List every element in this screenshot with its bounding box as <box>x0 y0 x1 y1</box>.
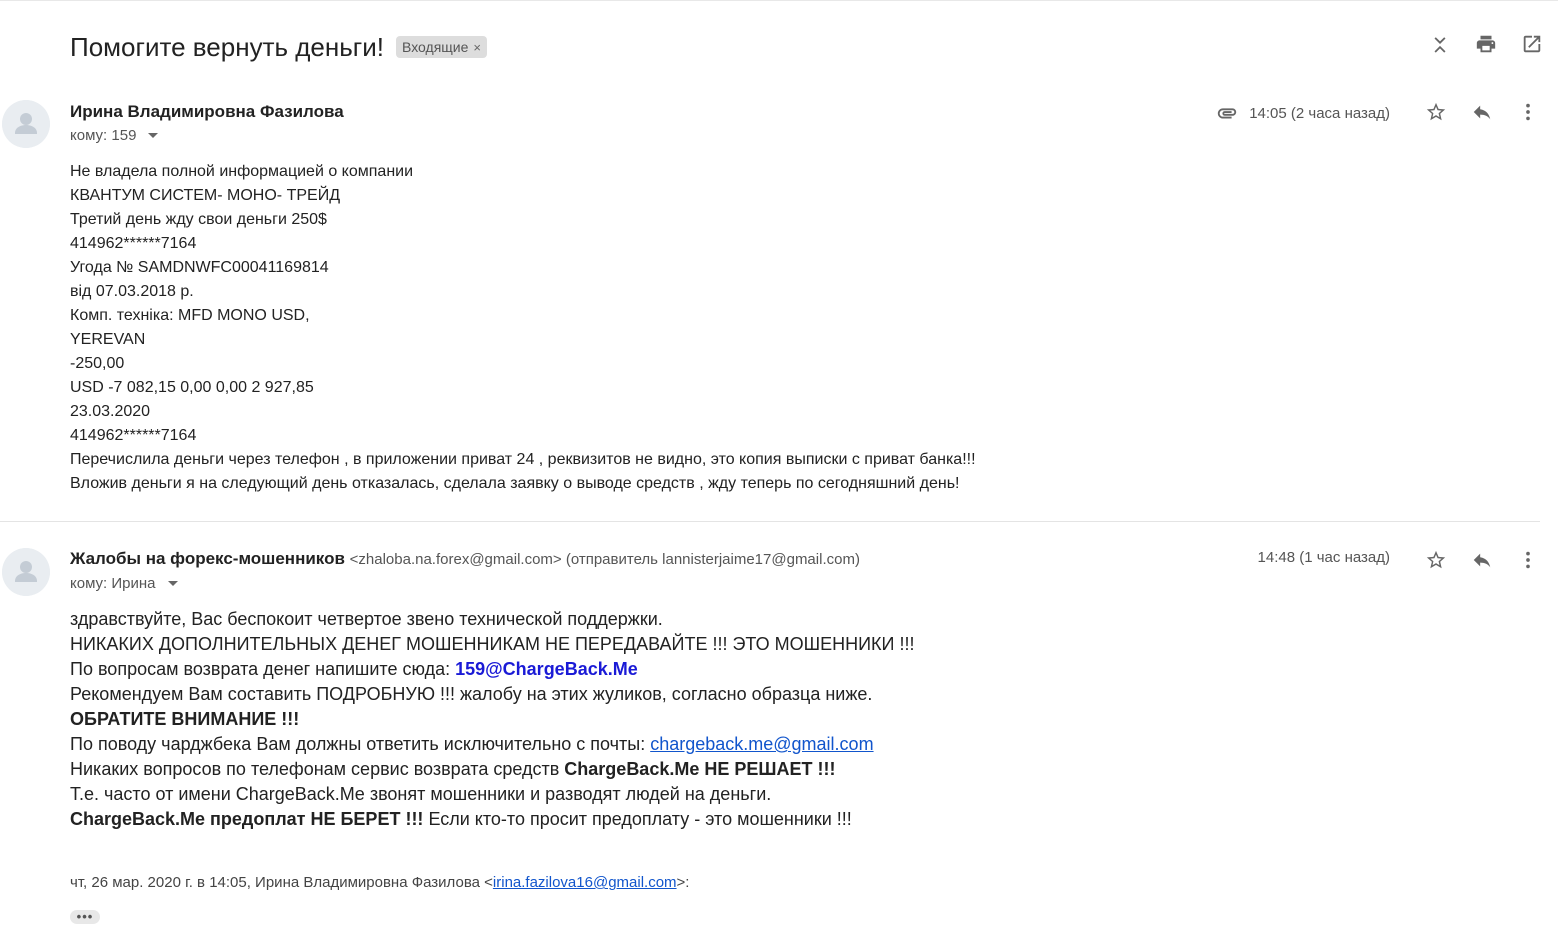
body-bold-text: ChargeBack.Me НЕ РЕШАЕТ !!! <box>564 759 836 779</box>
star-icon[interactable] <box>1424 100 1448 124</box>
recipient-label: кому: Ирина <box>70 575 156 592</box>
chevron-down-icon[interactable] <box>167 581 178 586</box>
message-divider <box>0 521 1540 522</box>
body-line: -250,00 <box>70 355 125 372</box>
avatar <box>2 548 50 596</box>
sender-line[interactable]: Жалобы на форекс-мошенников <zhaloba.na.… <box>70 549 860 569</box>
body-line: Комп. техніка: MFD MONO USD, <box>70 307 310 324</box>
body-line: Рекомендуем Вам составить ПОДРОБНУЮ !!! … <box>70 684 873 704</box>
body-line: ОБРАТИТЕ ВНИМАНИЕ !!! <box>70 707 914 732</box>
body-text: По поводу чарджбека Вам должны ответить … <box>70 734 651 754</box>
open-in-new-window-icon[interactable] <box>1520 32 1544 56</box>
message-meta: 14:48 (1 час назад) <box>1258 549 1390 566</box>
chargeback-gmail-link[interactable]: chargeback.me@gmail.com <box>650 734 873 754</box>
body-line: Перечислила деньги через телефон , в при… <box>70 451 976 468</box>
body-line: 414962******7164 <box>70 427 197 444</box>
sender-name[interactable]: Ирина Владимировна Фазилова <box>70 102 344 122</box>
body-line: ChargeBack.Me предоплат НЕ БЕРЕТ !!! Есл… <box>70 807 914 832</box>
body-line: КВАНТУМ СИСТЕМ- МОНО- ТРЕЙД <box>70 187 341 204</box>
print-icon[interactable] <box>1474 32 1498 56</box>
more-options-icon[interactable] <box>1516 100 1540 124</box>
message-actions <box>1424 548 1540 572</box>
attention-text: ОБРАТИТЕ ВНИМАНИЕ !!! <box>70 709 300 729</box>
attachment-icon <box>1215 101 1239 125</box>
message-actions <box>1424 100 1540 124</box>
body-line: Не владела полной информацией о компании <box>70 163 414 180</box>
message-body: Не владела полной информацией о компании… <box>70 160 976 496</box>
avatar <box>2 100 50 148</box>
thread-actions <box>1428 32 1544 56</box>
message-meta: 14:05 (2 часа назад) <box>1215 101 1390 125</box>
reply-icon[interactable] <box>1470 100 1494 124</box>
body-line: 23.03.2020 <box>70 403 151 420</box>
chevron-down-icon[interactable] <box>148 133 159 138</box>
body-line: Т.е. часто от имени ChargeBack.Me звонят… <box>70 784 772 804</box>
body-line: Угода № SAMDNWFC00041169814 <box>70 259 329 276</box>
body-line: По поводу чарджбека Вам должны ответить … <box>70 732 914 757</box>
quoted-header: чт, 26 мар. 2020 г. в 14:05, Ирина Влади… <box>70 874 689 891</box>
message-body: здравствуйте, Вас беспокоит четвертое зв… <box>70 607 914 832</box>
reply-icon[interactable] <box>1470 548 1494 572</box>
message-time: 14:05 (2 часа назад) <box>1249 104 1390 122</box>
label-chip-inbox[interactable]: Входящие × <box>396 36 488 58</box>
top-divider <box>0 0 1558 1</box>
subject-header: Помогите вернуть деньги! Входящие × <box>70 30 488 64</box>
body-line: НИКАКИХ ДОПОЛНИТЕЛЬНЫХ ДЕНЕГ МОШЕННИКАМ … <box>70 634 915 654</box>
remove-label-icon[interactable]: × <box>473 40 481 55</box>
star-icon[interactable] <box>1424 548 1448 572</box>
body-line: Третий день жду свои деньги 250$ <box>70 211 327 228</box>
chargeback-email-text: 159@ChargeBack.Me <box>455 659 638 679</box>
body-text: По вопросам возврата денег напишите сюда… <box>70 659 456 679</box>
recipient-label: кому: 159 <box>70 127 137 144</box>
quote-text: >: <box>676 874 690 891</box>
body-bold-text: ChargeBack.Me предоплат НЕ БЕРЕТ !!! <box>70 809 424 829</box>
email-subject: Помогите вернуть деньги! <box>70 31 385 62</box>
message-time: 14:48 (1 час назад) <box>1257 549 1390 566</box>
body-text: Никаких вопросов по телефонам сервис воз… <box>70 759 565 779</box>
body-line: від 07.03.2018 р. <box>70 283 194 300</box>
quoted-sender-email-link[interactable]: irina.fazilova16@gmail.com <box>493 874 677 891</box>
quote-text: чт, 26 мар. 2020 г. в 14:05, Ирина Влади… <box>70 874 493 891</box>
recipient-line[interactable]: кому: 159 <box>70 127 159 144</box>
body-line: 414962******7164 <box>70 235 197 252</box>
show-trimmed-content-button[interactable]: ••• <box>70 910 100 924</box>
recipient-line[interactable]: кому: Ирина <box>70 575 178 592</box>
body-line: Никаких вопросов по телефонам сервис воз… <box>70 757 914 782</box>
body-line: Вложив деньги я на следующий день отказа… <box>70 475 960 492</box>
sender-email: <zhaloba.na.forex@gmail.com> (отправител… <box>349 551 860 568</box>
more-options-icon[interactable] <box>1516 548 1540 572</box>
label-chip-text: Входящие <box>402 39 469 55</box>
collapse-icon[interactable] <box>1428 32 1452 56</box>
body-line: YEREVAN <box>70 331 146 348</box>
sender-name: Жалобы на форекс-мошенников <box>70 549 345 568</box>
body-text: Если кто-то просит предоплату - это моше… <box>423 809 852 829</box>
body-line: По вопросам возврата денег напишите сюда… <box>70 657 914 682</box>
body-line: здравствуйте, Вас беспокоит четвертое зв… <box>70 609 663 629</box>
body-line: USD -7 082,15 0,00 0,00 2 927,85 <box>70 379 314 396</box>
